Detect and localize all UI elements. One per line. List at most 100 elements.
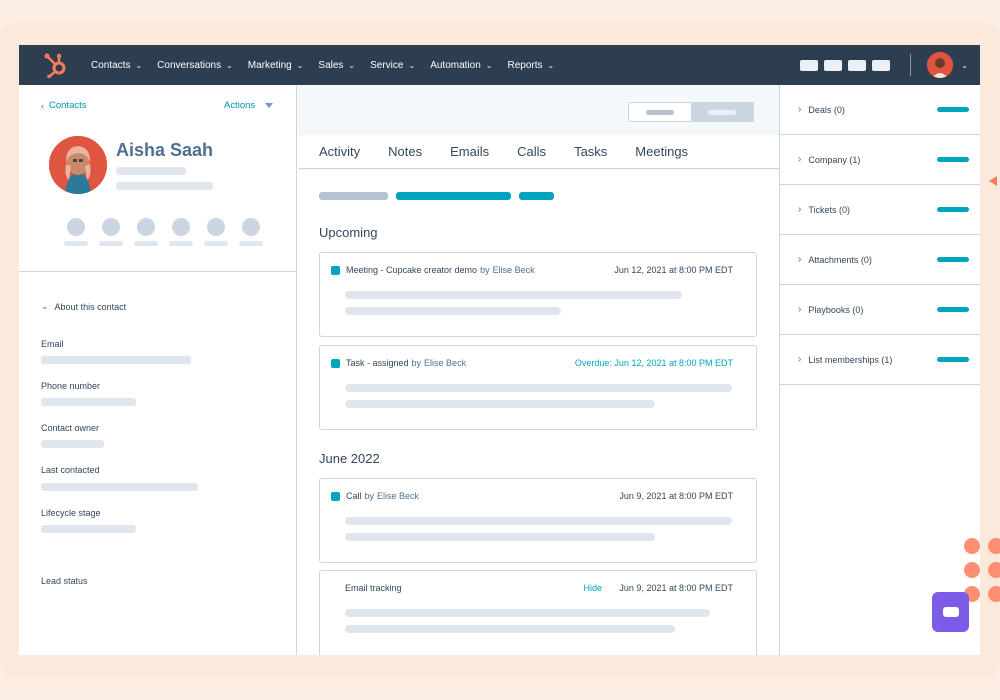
contact-subtitle-placeholder (116, 182, 213, 190)
chevron-right-icon: › (798, 304, 802, 315)
crm-window: Contacts ⌄ Conversations ⌄ Marketing ⌄ Sale… (19, 45, 980, 655)
view-toggle-option[interactable] (629, 103, 691, 121)
filter-chip[interactable] (319, 192, 388, 200)
activity-card-call[interactable]: Call by Elise Beck Jun 9, 2021 at 8:00 P… (319, 478, 757, 563)
quick-action-icon (136, 218, 155, 236)
nav-marketing[interactable]: Marketing ⌄ (248, 60, 304, 71)
association-attachments[interactable]: › Attachments (0) (780, 235, 980, 285)
contact-avatar (49, 136, 107, 194)
activity-body-placeholder (345, 384, 732, 392)
activity-date: Jun 9, 2021 at 8:00 PM EDT (619, 491, 733, 501)
chat-widget-button[interactable] (932, 592, 969, 632)
nav-reports[interactable]: Reports ⌄ (507, 60, 554, 71)
user-avatar[interactable] (927, 52, 954, 78)
chevron-down-icon: ⌄ (408, 60, 416, 70)
nav-contacts[interactable]: Contacts ⌄ (91, 60, 142, 71)
user-avatar-icon (927, 52, 954, 78)
tab-emails[interactable]: Emails (450, 144, 489, 168)
property-value-placeholder[interactable] (41, 356, 191, 364)
activity-date-overdue: Overdue: Jun 12, 2021 at 8:00 PM EDT (574, 358, 733, 368)
association-tickets[interactable]: › Tickets (0) (780, 185, 980, 235)
property-label-lead-status: Lead status (41, 576, 88, 586)
chevron-down-icon: ⌄ (41, 301, 49, 311)
chevron-right-icon: › (798, 254, 802, 265)
activity-body-placeholder (345, 533, 655, 541)
tab-activity[interactable]: Activity (319, 144, 360, 168)
quick-action-icon (206, 218, 225, 236)
view-toggle-option-active[interactable] (691, 103, 753, 121)
chevron-right-icon: › (798, 354, 802, 365)
nav-utilities: ⌄ (800, 45, 980, 85)
association-playbooks[interactable]: › Playbooks (0) (780, 285, 980, 335)
property-label-owner: Contact owner (41, 423, 100, 433)
property-value-placeholder[interactable] (41, 440, 104, 448)
activity-card-email-tracking[interactable]: Email tracking Hide Jun 9, 2021 at 8:00 … (319, 570, 757, 655)
filter-chip-active[interactable] (396, 192, 511, 200)
activity-card-meeting[interactable]: Meeting - Cupcake creator demo by Elise … (319, 252, 757, 337)
property-value-placeholder[interactable] (41, 483, 198, 491)
property-label-last-contacted: Last contacted (41, 465, 100, 475)
quick-action-icon (66, 218, 85, 236)
property-label-email: Email (41, 339, 64, 349)
property-value-placeholder[interactable] (41, 398, 136, 406)
tab-meetings[interactable]: Meetings (635, 144, 688, 168)
filter-chip-active[interactable] (519, 192, 554, 200)
hide-link[interactable]: Hide (583, 583, 602, 593)
chevron-right-icon: › (798, 154, 802, 165)
quick-action-button[interactable] (198, 218, 233, 246)
section-heading-june: June 2022 (319, 451, 380, 466)
activity-body-placeholder (345, 400, 655, 408)
chevron-down-icon: ⌄ (485, 60, 493, 70)
associations-sidebar: › Deals (0) › Company (1) › Tickets (0) … (779, 85, 980, 655)
decorative-triangle (989, 176, 997, 186)
nav-automation[interactable]: Automation ⌄ (430, 60, 492, 71)
nav-utility-button[interactable] (800, 59, 819, 71)
quick-action-button[interactable] (163, 218, 198, 246)
chevron-down-icon: ⌄ (135, 60, 143, 70)
contact-name: Aisha Saah (116, 140, 214, 160)
chevron-left-icon: ‹ (41, 100, 44, 111)
nav-utility-button[interactable] (824, 59, 843, 71)
quick-action-button[interactable] (58, 218, 93, 246)
activity-body-placeholder (345, 307, 561, 315)
nav-sales[interactable]: Sales ⌄ (318, 60, 355, 71)
quick-action-icon (101, 218, 120, 236)
nav-conversations[interactable]: Conversations ⌄ (157, 60, 233, 71)
hubspot-sprocket-icon[interactable] (43, 52, 69, 78)
section-heading-upcoming: Upcoming (319, 225, 378, 240)
association-deals[interactable]: › Deals (0) (780, 85, 980, 135)
quick-action-button[interactable] (233, 218, 268, 246)
association-indicator (937, 307, 969, 312)
actions-dropdown[interactable]: Actions (224, 100, 274, 111)
association-indicator (937, 257, 969, 262)
nav-service[interactable]: Service ⌄ (370, 60, 415, 71)
association-indicator (937, 157, 969, 162)
property-value-placeholder[interactable] (41, 525, 136, 533)
chevron-down-icon: ⌄ (348, 60, 356, 70)
activity-timeline: Upcoming Meeting - Cupcake creator demo … (298, 170, 779, 655)
tab-calls[interactable]: Calls (517, 144, 546, 168)
quick-action-icon (241, 218, 260, 236)
back-to-contacts-link[interactable]: ‹ Contacts (41, 100, 87, 111)
tab-notes[interactable]: Notes (388, 144, 422, 168)
meeting-icon (331, 265, 340, 275)
association-list-memberships[interactable]: › List memberships (1) (780, 335, 980, 385)
tab-tasks[interactable]: Tasks (574, 144, 607, 168)
association-company[interactable]: › Company (1) (780, 135, 980, 185)
call-icon (331, 491, 340, 501)
chevron-right-icon: › (798, 204, 802, 215)
chevron-down-icon[interactable]: ⌄ (961, 61, 968, 70)
activity-tabs: Activity Notes Emails Calls Tasks Meetin… (298, 135, 779, 169)
activity-date: Jun 9, 2021 at 8:00 PM EDT (619, 583, 733, 593)
activity-card-task[interactable]: Task - assigned by Elise Beck Overdue: J… (319, 345, 757, 430)
caret-down-icon (265, 103, 274, 108)
activity-body-placeholder (345, 517, 732, 525)
activity-body-placeholder (345, 609, 710, 617)
activity-date: Jun 12, 2021 at 8:00 PM EDT (614, 265, 733, 275)
nav-utility-button[interactable] (848, 59, 867, 71)
nav-utility-button[interactable] (872, 59, 891, 71)
quick-action-button[interactable] (128, 218, 163, 246)
nav-divider (910, 54, 912, 76)
quick-action-button[interactable] (93, 218, 128, 246)
about-contact-toggle[interactable]: ⌄ About this contact (41, 301, 126, 312)
